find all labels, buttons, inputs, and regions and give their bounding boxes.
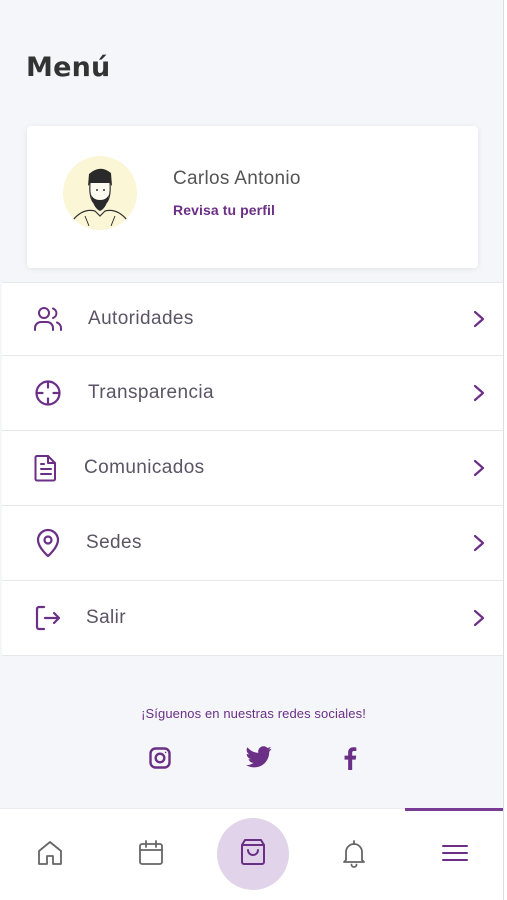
- calendar-icon: [136, 838, 166, 873]
- users-icon: [32, 303, 64, 335]
- menu-list: Autoridades Transparencia Comunicados Se…: [2, 282, 503, 656]
- menu-item-label: Autoridades: [88, 308, 194, 329]
- profile-card[interactable]: Carlos Antonio Revisa tu perfil: [27, 126, 478, 268]
- menu-item-label: Comunicados: [84, 457, 205, 478]
- bell-icon: [339, 838, 369, 873]
- twitter-icon[interactable]: [245, 743, 273, 771]
- location-pin-icon: [32, 527, 64, 559]
- user-name: Carlos Antonio: [173, 168, 301, 189]
- menu-item-salir[interactable]: Salir: [2, 581, 503, 656]
- nav-home[interactable]: [0, 809, 100, 900]
- facebook-icon[interactable]: [336, 744, 364, 772]
- logout-icon: [32, 602, 64, 634]
- menu-item-transparencia[interactable]: Transparencia: [2, 356, 503, 431]
- chevron-right-icon: [473, 384, 485, 402]
- nav-calendar[interactable]: [101, 809, 201, 900]
- instagram-icon[interactable]: [146, 744, 174, 772]
- chevron-right-icon: [473, 609, 485, 627]
- home-icon: [35, 838, 65, 873]
- active-tab-indicator: [405, 808, 503, 811]
- document-icon: [30, 452, 62, 484]
- avatar[interactable]: [63, 156, 137, 230]
- menu-item-label: Transparencia: [88, 382, 214, 403]
- crosshair-icon: [32, 377, 64, 409]
- chevron-right-icon: [473, 534, 485, 552]
- nav-shop-button[interactable]: [217, 818, 289, 890]
- menu-screen: Menú Carlos Antonio Revisa tu perfil Aut…: [0, 0, 503, 900]
- menu-item-comunicados[interactable]: Comunicados: [2, 431, 503, 506]
- social-invite-text: ¡Síguenos en nuestras redes sociales!: [141, 706, 366, 721]
- menu-item-sedes[interactable]: Sedes: [2, 506, 503, 581]
- menu-item-autoridades[interactable]: Autoridades: [2, 282, 503, 356]
- social-links: [0, 742, 507, 776]
- menu-item-label: Salir: [86, 607, 127, 628]
- chevron-right-icon: [473, 459, 485, 477]
- menu-item-label: Sedes: [86, 532, 142, 553]
- chevron-right-icon: [473, 310, 485, 328]
- page-title: Menú: [26, 52, 111, 83]
- nav-alerts[interactable]: [304, 809, 404, 900]
- window-edge: [503, 0, 507, 900]
- nav-menu[interactable]: [405, 809, 505, 900]
- shopping-bag-icon: [237, 836, 269, 873]
- view-profile-link[interactable]: Revisa tu perfil: [173, 202, 275, 218]
- menu-icon: [440, 838, 470, 873]
